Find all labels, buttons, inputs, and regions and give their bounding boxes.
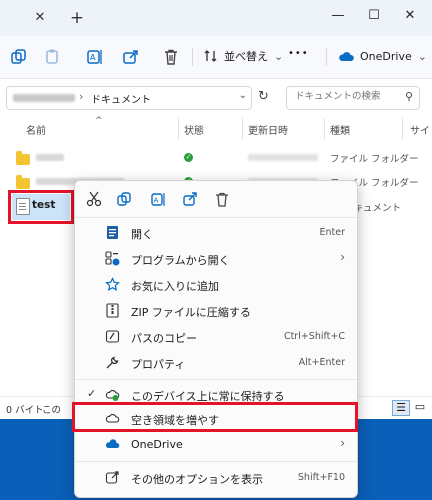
cloud-keep-icon bbox=[105, 387, 121, 403]
svg-text:A: A bbox=[90, 53, 96, 62]
menu-item-label: お気に入りに追加 bbox=[131, 280, 219, 293]
menu-item-add-favorite[interactable]: お気に入りに追加 bbox=[75, 273, 357, 297]
delete-icon[interactable] bbox=[213, 190, 231, 208]
menu-item-shortcut: Shift+F10 bbox=[297, 472, 345, 483]
folder-icon bbox=[16, 151, 30, 165]
wrench-icon bbox=[105, 355, 121, 371]
column-divider[interactable] bbox=[242, 118, 243, 140]
menu-item-shortcut: Enter bbox=[319, 227, 346, 238]
cloud-icon bbox=[339, 51, 354, 61]
copy-icon[interactable] bbox=[115, 190, 133, 208]
tab-close-button[interactable]: ✕ bbox=[32, 10, 48, 26]
column-header-type[interactable]: 種類 bbox=[330, 122, 350, 137]
copy-icon[interactable] bbox=[8, 46, 30, 68]
menu-item-label: プロパティ bbox=[131, 358, 186, 371]
chevron-down-icon[interactable]: ⌄ bbox=[239, 90, 247, 101]
checkmark-icon: ✓ bbox=[87, 387, 97, 400]
more-options-button[interactable]: ••• bbox=[288, 48, 309, 59]
share-icon[interactable] bbox=[120, 46, 142, 68]
menu-item-properties[interactable]: プロパティ Alt+Enter bbox=[75, 351, 357, 375]
column-header-size[interactable]: サイ bbox=[410, 122, 430, 137]
column-header-modified[interactable]: 更新日時 bbox=[248, 122, 288, 137]
breadcrumb[interactable]: ドキュメント bbox=[91, 91, 151, 106]
sort-button[interactable]: 並べ替え ⌄ bbox=[204, 44, 283, 68]
column-header-name[interactable]: 名前 bbox=[26, 122, 46, 137]
share-icon[interactable] bbox=[181, 190, 199, 208]
copy-path-icon bbox=[105, 329, 121, 345]
menu-item-label: OneDrive bbox=[131, 438, 183, 451]
minimize-button[interactable]: — bbox=[326, 6, 350, 26]
blurred-path-segment bbox=[13, 94, 75, 102]
onedrive-icon bbox=[105, 437, 121, 453]
menu-item-more-options[interactable]: その他のオプションを表示 Shift+F10 bbox=[75, 466, 357, 490]
menu-divider bbox=[75, 461, 357, 462]
chevron-down-icon: ⌄ bbox=[417, 49, 427, 63]
open-icon bbox=[105, 225, 121, 241]
title-bar: ✕ + — ☐ ✕ bbox=[0, 0, 432, 36]
submenu-arrow-icon: › bbox=[340, 436, 345, 450]
menu-divider bbox=[75, 379, 357, 380]
column-divider[interactable] bbox=[324, 118, 325, 140]
file-type: ファイル フォルダー bbox=[330, 154, 419, 165]
status-text: この bbox=[42, 405, 62, 416]
star-icon bbox=[105, 277, 121, 293]
blurred-date bbox=[248, 154, 318, 161]
details-view-icon[interactable]: ☰ bbox=[392, 400, 410, 416]
rename-icon[interactable]: A bbox=[149, 190, 167, 208]
paste-icon[interactable] bbox=[42, 46, 64, 68]
blurred-name bbox=[36, 154, 64, 161]
menu-item-label: ZIP ファイルに圧縮する bbox=[131, 306, 251, 319]
menu-item-copy-path[interactable]: パスのコピー Ctrl+Shift+C bbox=[75, 325, 357, 349]
chevron-down-icon: ⌄ bbox=[274, 49, 284, 63]
menu-item-label: プログラムから開く bbox=[131, 254, 230, 267]
context-menu: A 開く Enter プログラムから開く › お気に入りに追加 ZIP ファイル… bbox=[74, 180, 358, 498]
menu-item-shortcut: Ctrl+Shift+C bbox=[283, 331, 345, 342]
rename-icon[interactable]: A bbox=[84, 46, 106, 68]
menu-item-label: 開く bbox=[131, 228, 153, 241]
svg-text:A: A bbox=[154, 197, 159, 205]
status-text: 0 バイト bbox=[6, 405, 44, 416]
column-header-status[interactable]: 状態 bbox=[184, 122, 204, 137]
menu-item-shortcut: Alt+Enter bbox=[298, 357, 345, 368]
highlight-box bbox=[8, 190, 74, 224]
address-bar[interactable]: › ドキュメント ⌄ bbox=[6, 86, 252, 110]
delete-icon[interactable] bbox=[160, 46, 182, 68]
new-tab-button[interactable]: + bbox=[68, 9, 86, 27]
column-divider[interactable] bbox=[178, 118, 179, 140]
search-box[interactable]: ⚲ bbox=[286, 86, 420, 110]
cut-icon[interactable] bbox=[85, 190, 103, 208]
highlight-box bbox=[72, 402, 358, 432]
chevron-right-icon: › bbox=[79, 90, 84, 103]
list-item[interactable]: ✓ ファイル フォルダー bbox=[0, 146, 432, 168]
column-divider[interactable] bbox=[402, 118, 403, 140]
toolbar-divider bbox=[192, 48, 193, 66]
close-button[interactable]: ✕ bbox=[398, 6, 422, 26]
search-icon: ⚲ bbox=[404, 90, 413, 103]
synced-check-icon: ✓ bbox=[184, 153, 193, 162]
open-with-icon bbox=[105, 251, 121, 267]
menu-item-compress-zip[interactable]: ZIP ファイルに圧縮する bbox=[75, 299, 357, 323]
submenu-arrow-icon: › bbox=[340, 250, 345, 264]
onedrive-label: OneDrive bbox=[360, 49, 412, 63]
maximize-button[interactable]: ☐ bbox=[362, 6, 386, 26]
menu-item-open-with[interactable]: プログラムから開く › bbox=[75, 247, 357, 271]
folder-icon bbox=[16, 175, 30, 189]
external-options-icon bbox=[105, 470, 121, 486]
context-menu-quick-actions: A bbox=[75, 181, 357, 218]
onedrive-button[interactable]: OneDrive ⌄ bbox=[338, 44, 427, 68]
menu-item-label: その他のオプションを表示 bbox=[131, 473, 263, 486]
refresh-icon[interactable]: ↻ bbox=[258, 89, 274, 105]
tiles-view-icon[interactable]: ▭ bbox=[412, 400, 428, 414]
zip-icon bbox=[105, 303, 121, 319]
sort-icon bbox=[204, 50, 217, 62]
toolbar-divider bbox=[326, 48, 327, 66]
search-input[interactable] bbox=[293, 90, 397, 103]
sort-arrow-icon: ^ bbox=[95, 116, 103, 126]
sort-label: 並べ替え bbox=[224, 50, 268, 63]
address-row: › ドキュメント ⌄ ↻ ⚲ bbox=[0, 80, 432, 116]
menu-item-onedrive[interactable]: OneDrive › bbox=[75, 433, 357, 457]
command-bar: A 並べ替え ⌄ ••• OneDrive ⌄ bbox=[0, 36, 432, 79]
menu-item-open[interactable]: 開く Enter bbox=[75, 221, 357, 245]
menu-item-label: パスのコピー bbox=[131, 332, 197, 345]
